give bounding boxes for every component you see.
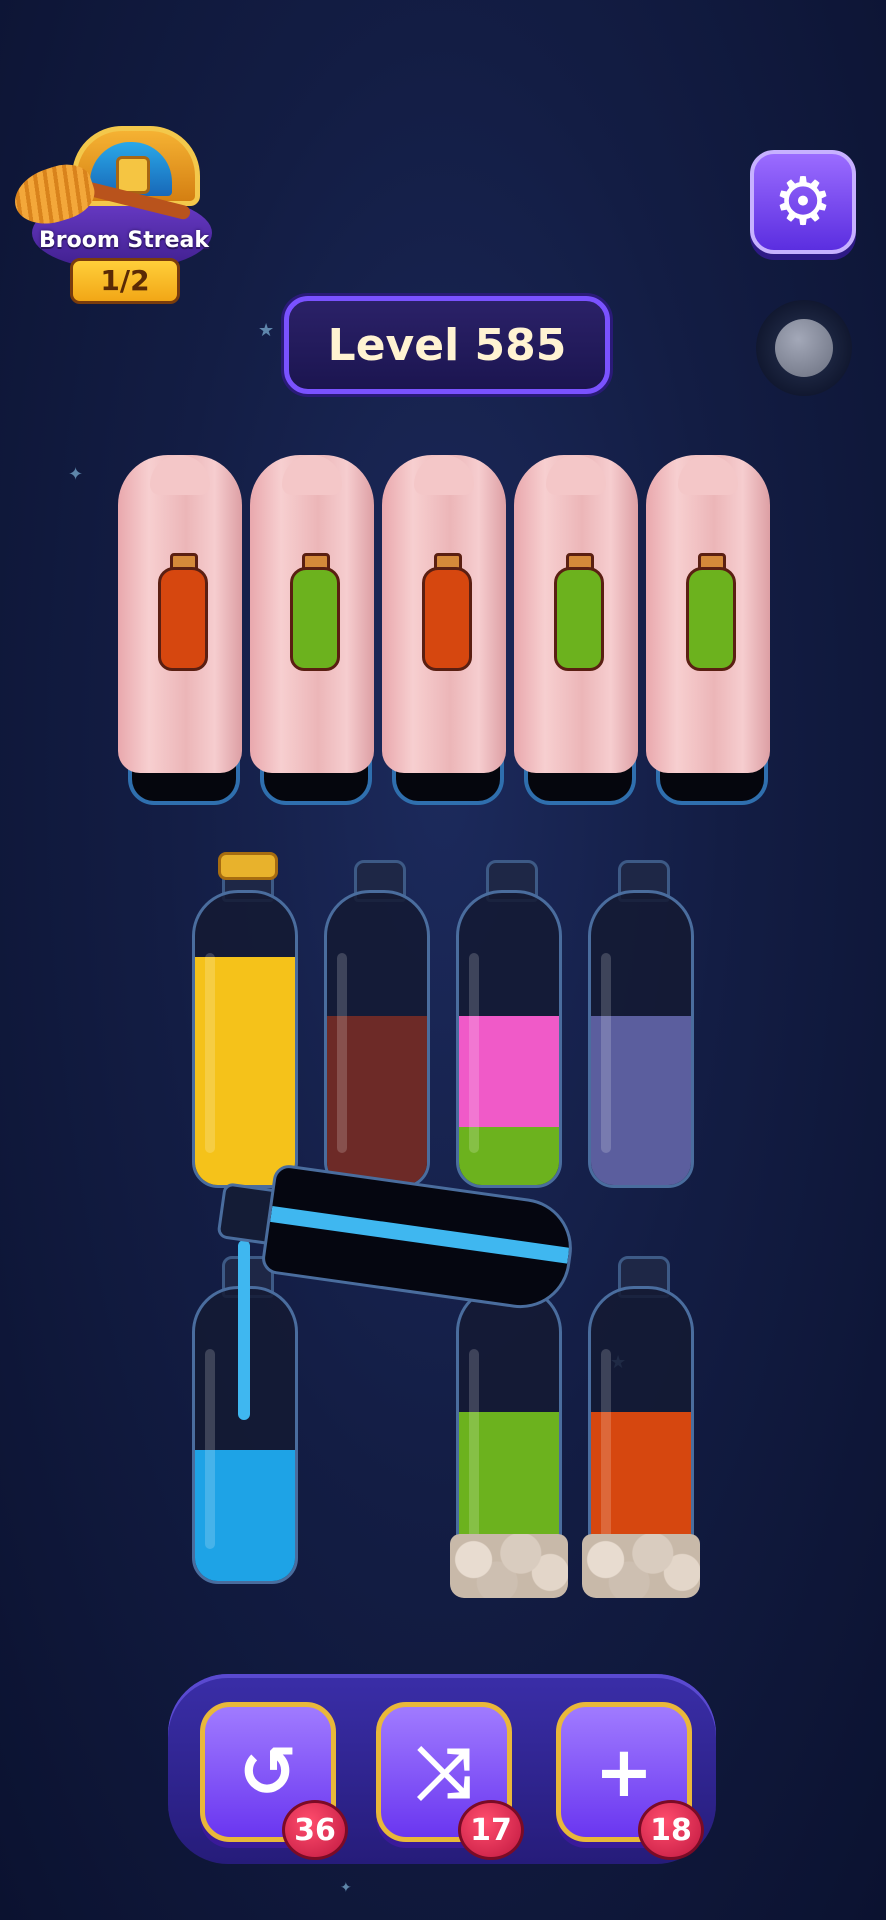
potion-hint-icon [554,567,604,671]
potion-hint-icon [686,567,736,671]
lock-icon [116,156,150,194]
shuffle-count-badge: 17 [458,1800,524,1860]
circle-icon [775,319,833,377]
gear-icon: ⚙ [773,163,833,240]
glass-shine [205,1349,215,1549]
bottle-body [324,890,430,1188]
potion-hint-icon [422,567,472,671]
bottle[interactable] [456,860,562,1190]
glass-shine [469,953,479,1153]
glass-shine [205,953,215,1153]
covered-bottle[interactable] [118,455,242,805]
covered-bottle[interactable] [250,455,374,805]
bottle[interactable] [588,860,694,1190]
glass-shine [337,953,347,1153]
glass-shine [469,1349,479,1549]
rock-base [450,1534,568,1598]
star-icon: ✦ [68,464,84,485]
covered-bottle[interactable] [646,455,770,805]
add-bottle-icon: + [594,1731,654,1813]
glass-shine [601,953,611,1153]
bottle[interactable] [582,1256,700,1598]
star-icon: ✦ [340,1880,352,1896]
star-icon: ★ [258,320,275,341]
streak-title: Broom Streak [38,228,210,253]
liquid-layer [270,1206,570,1264]
bottle-body [192,890,298,1188]
undo-count-badge: 36 [282,1800,348,1860]
streak-progress: 1/2 [70,258,180,304]
undo-icon: ↺ [238,1731,298,1813]
game-screen: { "streak": {"title": "Broom Streak", "p… [0,0,886,1920]
broom-streak-widget[interactable]: Broom Streak 1/2 [7,118,212,308]
bottle[interactable] [324,860,430,1190]
joystick-button[interactable] [756,300,852,396]
bottle-body [588,890,694,1188]
rock-base [582,1534,700,1598]
shuffle-icon: ⤨ [416,1731,472,1813]
bottle-body [456,890,562,1188]
settings-button[interactable]: ⚙ [750,150,856,254]
potion-hint-icon [158,567,208,671]
potion-hint-icon [290,567,340,671]
covered-bottle[interactable] [514,455,638,805]
level-label: Level 585 [327,319,567,371]
level-indicator: Level 585 [284,296,610,394]
bottle[interactable] [192,852,298,1190]
covered-bottle[interactable] [382,455,506,805]
glass-shine [601,1349,611,1549]
cork-icon [218,852,278,880]
add-bottle-count-badge: 18 [638,1800,704,1860]
